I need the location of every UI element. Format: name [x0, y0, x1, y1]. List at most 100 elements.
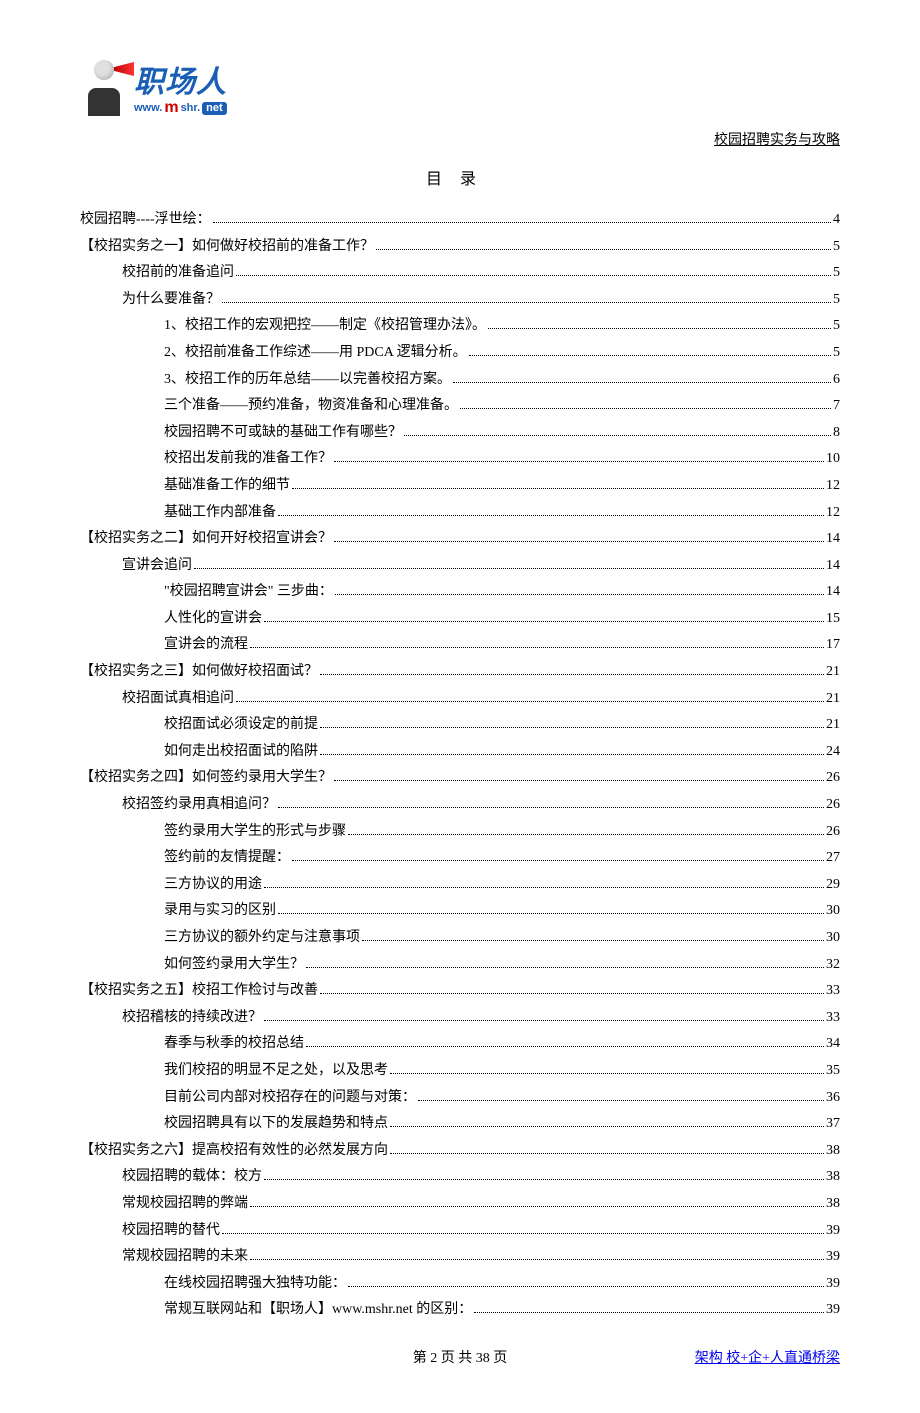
- toc-entry-page: 24: [826, 739, 840, 766]
- toc-entry[interactable]: 【校招实务之六】提高校招有效性的必然发展方向 38: [80, 1138, 840, 1165]
- toc-entry-label: 常规校园招聘的弊端: [122, 1191, 248, 1218]
- toc-entry[interactable]: 校招稽核的持续改进？33: [80, 1005, 840, 1032]
- toc-entry[interactable]: 校园招聘的载体：校方38: [80, 1164, 840, 1191]
- toc-entry-label: 【校招实务之一】如何做好校招前的准备工作？: [80, 234, 374, 261]
- toc-leader-dots: [264, 1020, 824, 1021]
- toc-entry-label: 目前公司内部对校招存在的问题与对策：: [164, 1085, 416, 1112]
- toc-entry[interactable]: 如何签约录用大学生？32: [80, 952, 840, 979]
- toc-entry[interactable]: 基础准备工作的细节12: [80, 473, 840, 500]
- toc-entry-label: 宣讲会追问: [122, 553, 192, 580]
- toc-leader-dots: [488, 328, 831, 329]
- toc-entry[interactable]: 校园招聘的替代 39: [80, 1218, 840, 1245]
- toc-leader-dots: [250, 1259, 824, 1260]
- toc-entry[interactable]: 签约录用大学生的形式与步骤26: [80, 819, 840, 846]
- toc-leader-dots: [376, 249, 831, 250]
- toc-entry[interactable]: 我们校招的明显不足之处，以及思考35: [80, 1058, 840, 1085]
- toc-entry-label: 校招出发前我的准备工作？: [164, 446, 332, 473]
- toc-entry-label: 校园招聘的替代: [122, 1218, 220, 1245]
- toc-entry[interactable]: 如何走出校招面试的陷阱24: [80, 739, 840, 766]
- toc-entry[interactable]: 常规校园招聘的弊端38: [80, 1191, 840, 1218]
- toc-entry-label: 校招签约录用真相追问？: [122, 792, 276, 819]
- toc-entry[interactable]: 录用与实习的区别30: [80, 898, 840, 925]
- toc-entry-label: 基础工作内部准备: [164, 500, 276, 527]
- toc-entry[interactable]: 校招面试真相追问21: [80, 686, 840, 713]
- toc-entry[interactable]: 校招前的准备追问5: [80, 260, 840, 287]
- toc-entry-page: 6: [833, 367, 840, 394]
- toc-leader-dots: [390, 1153, 824, 1154]
- toc-entry-label: 签约录用大学生的形式与步骤: [164, 819, 346, 846]
- toc-entry-page: 38: [826, 1164, 840, 1191]
- toc-entry[interactable]: 【校招实务之二】如何开好校招宣讲会？14: [80, 526, 840, 553]
- toc-entry[interactable]: 基础工作内部准备 12: [80, 500, 840, 527]
- toc-entry[interactable]: 【校招实务之三】如何做好校招面试？21: [80, 659, 840, 686]
- toc-entry-label: 校招稽核的持续改进？: [122, 1005, 262, 1032]
- toc-entry-page: 21: [826, 659, 840, 686]
- toc-leader-dots: [320, 993, 824, 994]
- logo-url-www: www.: [134, 103, 162, 114]
- logo-url-m: m: [164, 100, 178, 116]
- toc-entry[interactable]: 校招面试必须设定的前提21: [80, 712, 840, 739]
- toc-entry[interactable]: 校园招聘具有以下的发展趋势和特点37: [80, 1111, 840, 1138]
- toc-entry-page: 30: [826, 925, 840, 952]
- toc-entry[interactable]: 校园招聘----浮世绘： 4: [80, 207, 840, 234]
- toc-entry[interactable]: 校招出发前我的准备工作？ 10: [80, 446, 840, 473]
- toc-entry[interactable]: 常规互联网站和【职场人】www.mshr.net 的区别：39: [80, 1297, 840, 1324]
- toc-leader-dots: [306, 967, 824, 968]
- toc-entry[interactable]: 人性化的宣讲会15: [80, 606, 840, 633]
- document-title-header: 校园招聘实务与攻略: [80, 128, 840, 155]
- toc-entry[interactable]: 【校招实务之一】如何做好校招前的准备工作？ 5: [80, 234, 840, 261]
- toc-entry[interactable]: 三方协议的额外约定与注意事项30: [80, 925, 840, 952]
- toc-entry[interactable]: 3、校招工作的历年总结——以完善校招方案。6: [80, 367, 840, 394]
- toc-entry-label: 春季与秋季的校招总结: [164, 1031, 304, 1058]
- toc-entry[interactable]: 1、校招工作的宏观把控——制定《校招管理办法》。5: [80, 313, 840, 340]
- toc-entry[interactable]: 校招签约录用真相追问？26: [80, 792, 840, 819]
- toc-entry[interactable]: 为什么要准备？5: [80, 287, 840, 314]
- toc-entry-label: 【校招实务之六】提高校招有效性的必然发展方向: [80, 1138, 388, 1165]
- toc-entry-page: 12: [826, 500, 840, 527]
- toc-entry-page: 10: [826, 446, 840, 473]
- toc-entry-page: 7: [833, 393, 840, 420]
- toc-entry-page: 33: [826, 978, 840, 1005]
- toc-entry[interactable]: 【校招实务之五】校招工作检讨与改善33: [80, 978, 840, 1005]
- footer-link[interactable]: 架构 校+企+人直通桥梁: [695, 1346, 840, 1373]
- toc-leader-dots: [453, 382, 831, 383]
- toc-entry-page: 34: [826, 1031, 840, 1058]
- toc-entry-page: 5: [833, 340, 840, 367]
- toc-leader-dots: [278, 515, 824, 516]
- toc-entry[interactable]: 【校招实务之四】如何签约录用大学生？26: [80, 765, 840, 792]
- toc-entry-page: 39: [826, 1218, 840, 1245]
- toc-leader-dots: [418, 1100, 824, 1101]
- toc-entry[interactable]: 2、校招前准备工作综述——用 PDCA 逻辑分析。5: [80, 340, 840, 367]
- toc-entry-label: 校园招聘不可或缺的基础工作有哪些？: [164, 420, 402, 447]
- toc-entry[interactable]: 三个准备——预约准备，物资准备和心理准备。7: [80, 393, 840, 420]
- toc-entry[interactable]: 宣讲会追问14: [80, 553, 840, 580]
- toc-entry[interactable]: 常规校园招聘的未来39: [80, 1244, 840, 1271]
- toc-leader-dots: [334, 461, 824, 462]
- toc-entry[interactable]: 校园招聘不可或缺的基础工作有哪些？8: [80, 420, 840, 447]
- toc-entry[interactable]: 三方协议的用途29: [80, 872, 840, 899]
- toc-entry-label: 三方协议的用途: [164, 872, 262, 899]
- toc-leader-dots: [404, 435, 831, 436]
- toc-entry-page: 5: [833, 260, 840, 287]
- toc-entry-page: 38: [826, 1138, 840, 1165]
- toc-entry-page: 37: [826, 1111, 840, 1138]
- toc-entry-page: 32: [826, 952, 840, 979]
- site-logo: 职场人 www. m shr. net: [80, 60, 840, 116]
- toc-entry-page: 5: [833, 234, 840, 261]
- toc-leader-dots: [250, 647, 824, 648]
- toc-entry-page: 36: [826, 1085, 840, 1112]
- toc-entry[interactable]: "校园招聘宣讲会" 三步曲：14: [80, 579, 840, 606]
- toc-entry-page: 4: [833, 207, 840, 234]
- toc-leader-dots: [362, 940, 824, 941]
- toc-entry-page: 39: [826, 1271, 840, 1298]
- toc-leader-dots: [320, 674, 824, 675]
- toc-entry[interactable]: 签约前的友情提醒：27: [80, 845, 840, 872]
- toc-entry[interactable]: 目前公司内部对校招存在的问题与对策： 36: [80, 1085, 840, 1112]
- toc-leader-dots: [335, 594, 824, 595]
- toc-entry[interactable]: 宣讲会的流程17: [80, 632, 840, 659]
- toc-leader-dots: [213, 222, 831, 223]
- toc-entry[interactable]: 在线校园招聘强大独特功能：39: [80, 1271, 840, 1298]
- toc-entry-page: 5: [833, 313, 840, 340]
- toc-entry[interactable]: 春季与秋季的校招总结 34: [80, 1031, 840, 1058]
- toc-entry-label: 校园招聘----浮世绘：: [80, 207, 211, 234]
